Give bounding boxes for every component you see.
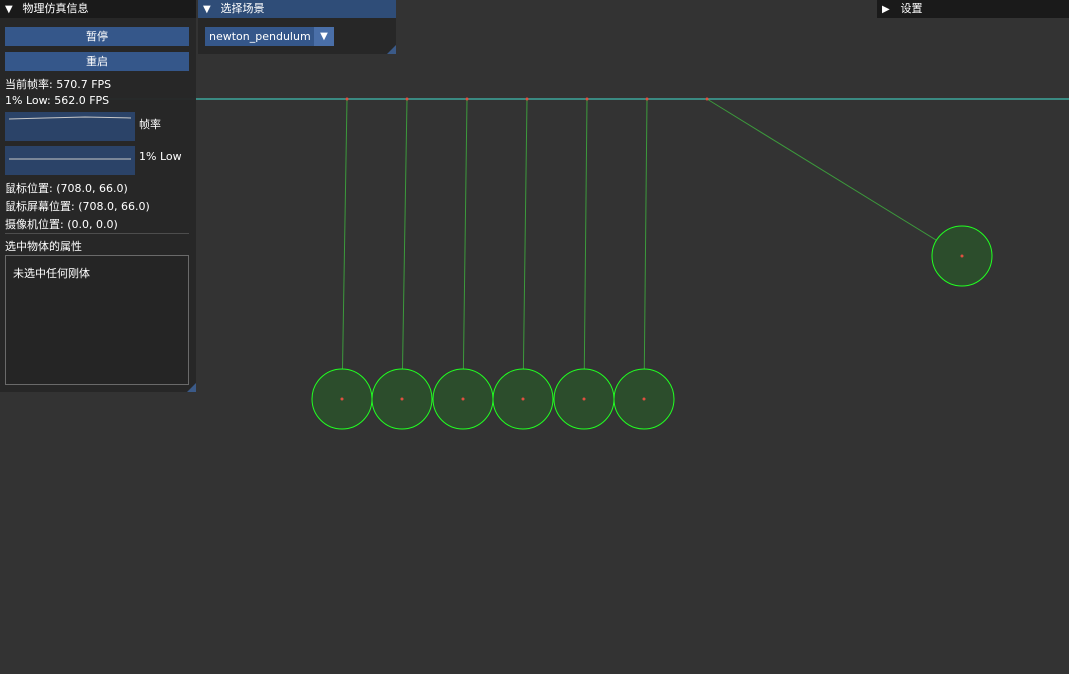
fps-plot-label: 帧率	[139, 118, 161, 131]
chevron-down-icon[interactable]: ▼	[314, 27, 334, 46]
pendulum-rope	[643, 98, 648, 400]
triangle-right-icon[interactable]: ▶	[882, 1, 894, 19]
ball-center-dot	[960, 254, 964, 258]
fps-text: 当前帧率: 570.7 FPS	[5, 78, 112, 91]
pause-button[interactable]: 暂停	[5, 27, 189, 46]
pendulum-pivot	[345, 97, 349, 101]
low-fps-text: 1% Low: 562.0 FPS	[5, 94, 110, 107]
ball-center-dot	[400, 397, 404, 401]
resize-grip[interactable]	[387, 45, 396, 54]
restart-button[interactable]: 重启	[5, 52, 189, 71]
mouse-screen-position: 鼠标屏幕位置: (708.0, 66.0)	[5, 200, 150, 213]
info-panel-title: 物理仿真信息	[22, 2, 89, 15]
low-fps-plot-label: 1% Low	[139, 150, 182, 163]
pendulum-rope	[462, 98, 468, 400]
settings-panel: ▶ 设置	[877, 0, 1069, 18]
triangle-down-icon[interactable]: ▼	[5, 1, 17, 19]
pendulum-pivot	[405, 97, 409, 101]
selected-props-header: 选中物体的属性	[5, 240, 82, 253]
fps-plot	[5, 112, 135, 141]
ball-center-dot	[461, 397, 465, 401]
settings-title: 设置	[900, 2, 923, 15]
scene-select-panel: ▼ 选择场景 newton_pendulum ▼	[198, 0, 396, 54]
pendulum-pivot	[585, 97, 589, 101]
ball-center-dot	[521, 397, 525, 401]
pendulum-pivot	[645, 97, 649, 101]
pendulum-pivot	[705, 97, 709, 101]
resize-grip[interactable]	[187, 383, 196, 392]
pendulum-pivot	[465, 97, 469, 101]
triangle-down-icon[interactable]: ▼	[203, 1, 215, 19]
pendulum-rope	[401, 98, 408, 400]
mouse-position: 鼠标位置: (708.0, 66.0)	[5, 182, 128, 195]
pendulum-rope	[341, 98, 348, 400]
pendulum-rope	[522, 98, 528, 400]
pendulum-pivot	[525, 97, 529, 101]
ball-center-dot	[582, 397, 586, 401]
low-fps-plot	[5, 146, 135, 175]
physics-info-panel: ▼ 物理仿真信息 暂停 重启 当前帧率: 570.7 FPS 1% Low: 5…	[0, 0, 196, 392]
scene-dropdown[interactable]: newton_pendulum ▼	[205, 27, 334, 46]
info-panel-titlebar[interactable]: ▼ 物理仿真信息	[0, 0, 196, 18]
pendulum-rope	[706, 98, 963, 257]
scene-dropdown-value: newton_pendulum	[209, 30, 311, 43]
camera-position: 摄像机位置: (0.0, 0.0)	[5, 218, 118, 231]
scene-panel-titlebar[interactable]: ▼ 选择场景	[198, 0, 396, 18]
selected-props-box[interactable]: 未选中任何刚体	[5, 255, 189, 385]
selected-props-empty: 未选中任何刚体	[13, 267, 90, 280]
ball-center-dot	[642, 397, 646, 401]
pendulum-group	[311, 97, 993, 430]
pendulum-rope	[583, 98, 588, 400]
scene-panel-title: 选择场景	[220, 2, 265, 15]
settings-titlebar[interactable]: ▶ 设置	[877, 0, 1069, 18]
divider	[5, 233, 189, 234]
ball-center-dot	[340, 397, 344, 401]
